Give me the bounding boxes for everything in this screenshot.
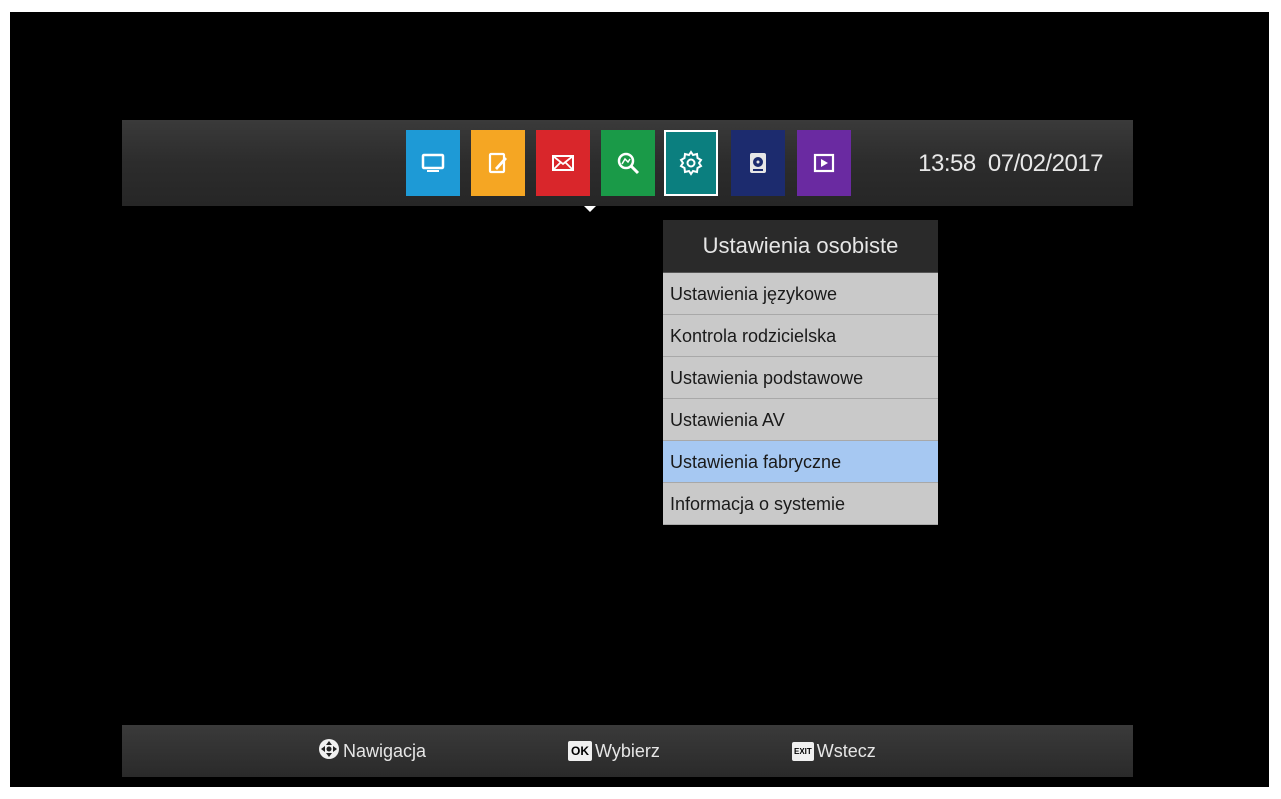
menu-item-av-settings[interactable]: Ustawienia AV: [663, 399, 938, 441]
menu-item-factory-settings[interactable]: Ustawienia fabryczne: [663, 441, 938, 483]
menu-item-system-info[interactable]: Informacja o systemie: [663, 483, 938, 525]
settings-submenu: Ustawienia osobiste Ustawienia językowe …: [663, 220, 938, 525]
navigate-label: Nawigacja: [343, 740, 427, 761]
tv-icon[interactable]: [406, 130, 460, 196]
menu-item-parental-control[interactable]: Kontrola rodzicielska: [663, 315, 938, 357]
ok-hint: OK Wybierz: [568, 725, 660, 777]
clock-date: 07/02/2017: [987, 150, 1104, 177]
clock-time: 13:58: [918, 150, 976, 177]
selected-pointer: [584, 206, 596, 212]
settings-gear-icon[interactable]: [664, 130, 718, 196]
navigate-hint: Nawigacja: [318, 725, 426, 777]
edit-icon[interactable]: [471, 130, 525, 196]
clock: 13:58 07/02/2017: [918, 150, 1103, 178]
exit-hint: EXIT Wstecz: [792, 725, 876, 777]
bottom-hint-bar: Nawigacja OK Wybierz EXIT Wstecz: [122, 725, 1133, 777]
navigation-pad-icon: [318, 738, 340, 765]
menu-item-language-settings[interactable]: Ustawienia językowe: [663, 273, 938, 315]
mail-icon[interactable]: [536, 130, 590, 196]
ok-label: Wybierz: [595, 740, 660, 761]
top-bar: 13:58 07/02/2017: [122, 120, 1133, 206]
tv-screen: 13:58 07/02/2017 Ustawienia osobiste Ust…: [10, 12, 1269, 787]
exit-label: Wstecz: [816, 740, 876, 761]
media-disk-icon[interactable]: [731, 130, 785, 196]
menu-item-basic-settings[interactable]: Ustawienia podstawowe: [663, 357, 938, 399]
play-icon[interactable]: [797, 130, 851, 196]
menu-title: Ustawienia osobiste: [663, 220, 938, 273]
exit-key-badge: EXIT: [792, 741, 814, 761]
ok-key-badge: OK: [568, 741, 592, 761]
search-icon[interactable]: [601, 130, 655, 196]
